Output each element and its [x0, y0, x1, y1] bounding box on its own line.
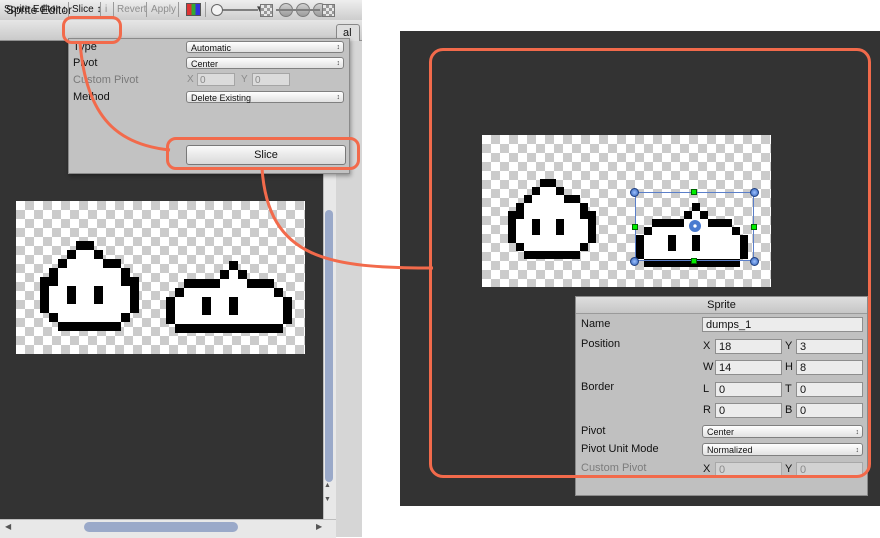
callout-line-slice-button	[260, 167, 434, 270]
callout-zoomed-panel	[429, 48, 871, 478]
callout-slice-tab	[62, 16, 122, 44]
callout-line-slice-tab	[78, 41, 171, 152]
callout-slice-button	[166, 137, 360, 170]
